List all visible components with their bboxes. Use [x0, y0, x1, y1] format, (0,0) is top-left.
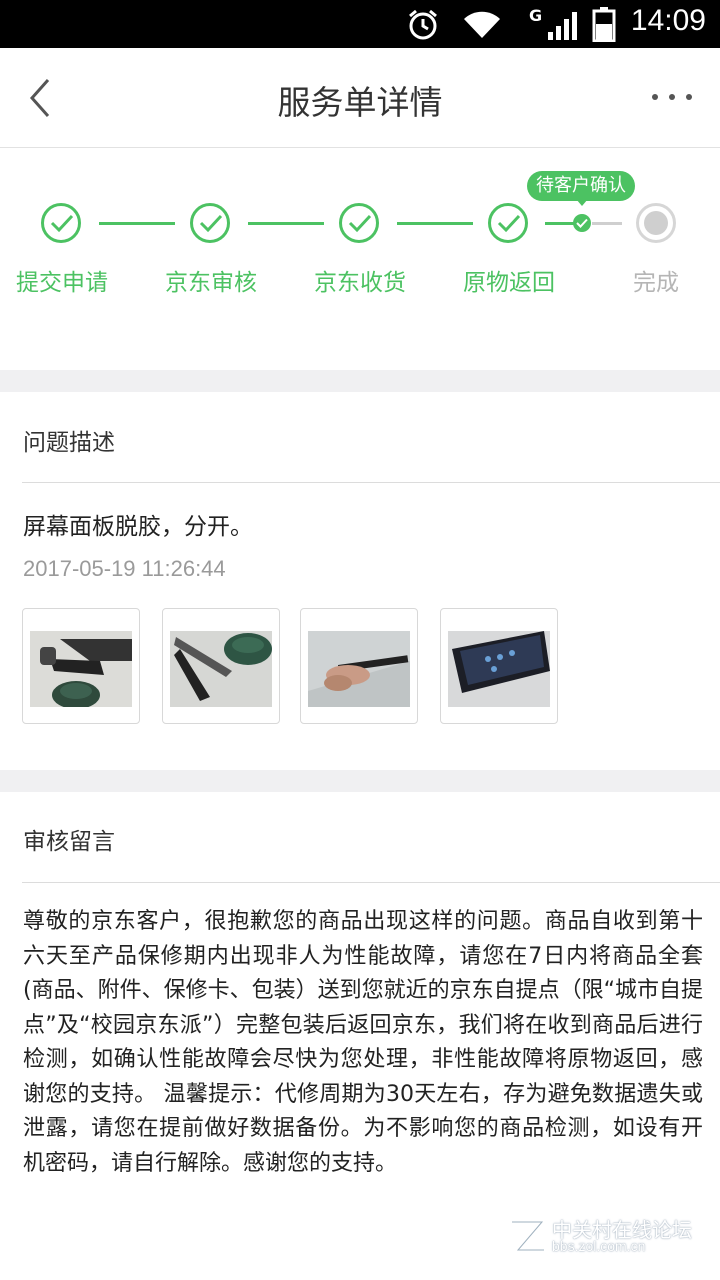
divider: [22, 482, 720, 483]
step-pending-icon: [636, 203, 676, 243]
progress-line: [99, 222, 175, 225]
section-title: 审核留言: [23, 829, 115, 855]
photo-thumbnail[interactable]: [440, 608, 558, 724]
step-done-icon: [190, 203, 230, 243]
photo-thumbnail[interactable]: [22, 608, 140, 724]
wifi-icon: [464, 11, 500, 38]
status-bar: G 14:09: [0, 0, 720, 48]
signal-icon: [548, 12, 577, 40]
nav-bar: 服务单详情: [0, 48, 720, 148]
photo-thumbnail[interactable]: [300, 608, 418, 724]
step-label: 京东审核: [165, 270, 257, 296]
watermark: 中关村在线论坛 bbs.zol.com.cn: [508, 1212, 698, 1262]
progress-line: [248, 222, 324, 225]
watermark-url: bbs.zol.com.cn: [552, 1238, 646, 1254]
step-label: 京东收货: [314, 270, 406, 296]
zol-logo-icon: [512, 1219, 548, 1253]
step-done-icon: [488, 203, 528, 243]
photo-image: [30, 631, 132, 707]
progress-line: [545, 222, 575, 225]
current-position-icon: [573, 214, 591, 232]
section-gap: [0, 370, 720, 392]
photo-image: [308, 631, 410, 707]
step-label: 提交申请: [16, 270, 108, 296]
step-label: 完成: [633, 270, 679, 296]
alarm-icon: [409, 9, 437, 40]
step-label: 原物返回: [463, 270, 555, 296]
step-done-icon: [41, 203, 81, 243]
current-status-badge: 待客户确认: [527, 171, 635, 201]
photo-thumbnail[interactable]: [162, 608, 280, 724]
page-title: 服务单详情: [277, 83, 443, 122]
progress-line-pending: [592, 222, 622, 225]
photo-image: [448, 631, 550, 707]
more-dots-icon: [686, 94, 692, 100]
review-message: 尊敬的京东客户，很抱歉您的商品出现这样的问题。商品自收到第十六天至产品保修期内出…: [23, 909, 703, 1176]
battery-icon: [592, 7, 616, 42]
section-title: 问题描述: [23, 430, 115, 456]
status-badge-tail: [576, 199, 588, 206]
more-dots-icon: [669, 94, 675, 100]
progress-line: [397, 222, 473, 225]
more-button[interactable]: [650, 86, 694, 106]
section-gap: [0, 770, 720, 792]
more-dots-icon: [652, 94, 658, 100]
step-done-icon: [339, 203, 379, 243]
divider: [22, 882, 720, 883]
photo-image: [170, 631, 272, 707]
service-progress: 待客户确认 提交申请 京东审核 京东收货 原物返回 完成: [0, 149, 720, 370]
clock: 14:09: [630, 4, 706, 37]
problem-timestamp: 2017-05-19 11:26:44: [23, 556, 226, 581]
problem-text: 屏幕面板脱胶，分开。: [23, 514, 253, 540]
